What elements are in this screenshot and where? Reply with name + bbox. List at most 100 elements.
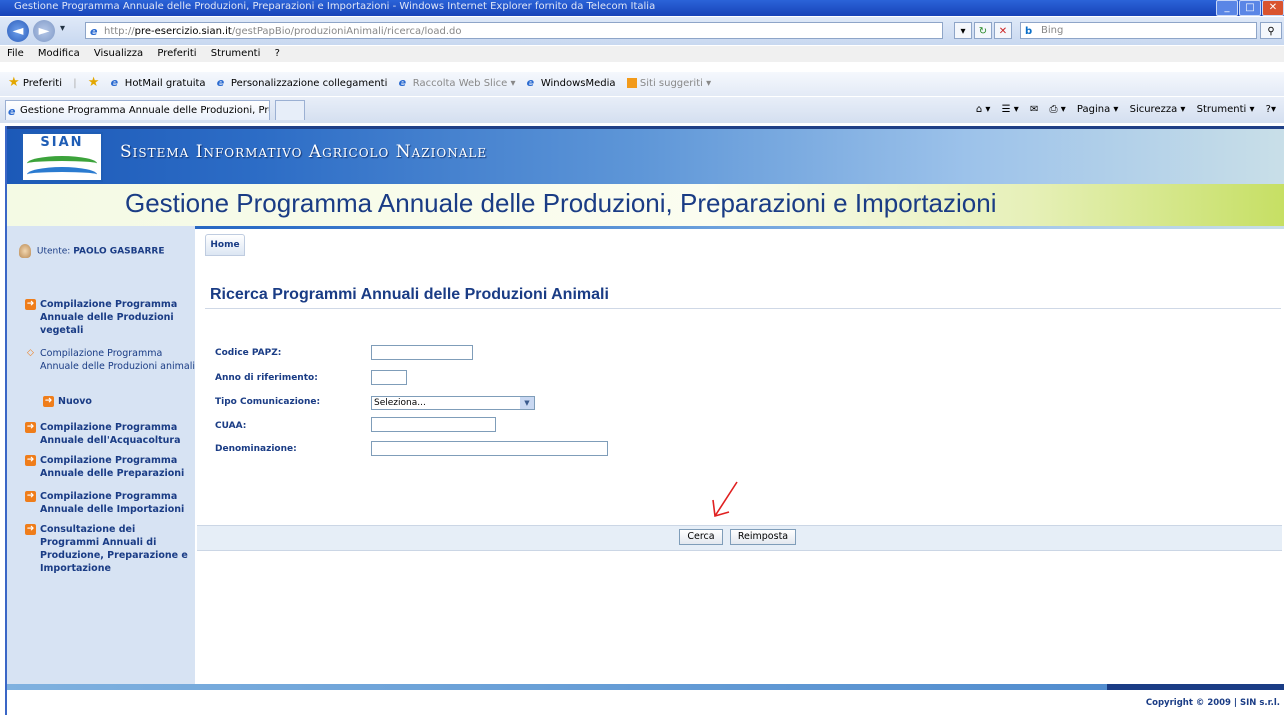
menu-visualizza[interactable]: Visualizza [94,48,143,59]
sidebar-item-consultazione[interactable]: ➜ Consultazione dei Programmi Annuali di… [25,523,195,575]
ie-page-icon: e [8,105,16,118]
menu-help[interactable]: ? [275,48,280,59]
fav-siti-suggeriti[interactable]: Siti suggeriti ▾ [626,73,712,95]
command-sicurezza[interactable]: Sicurezza ▾ [1130,104,1186,115]
window-title-bar: Gestione Programma Annuale delle Produzi… [0,0,1284,16]
reimposta-button[interactable]: Reimposta [730,529,796,545]
sidebar-item-label: Consultazione dei Programmi Annuali di P… [40,524,188,574]
sidebar-item-label: Compilazione Programma Annuale delle Pre… [40,455,185,479]
user-info: Utente: PAOLO GASBARRE [19,244,164,258]
sidebar: Utente: PAOLO GASBARRE ➜ Compilazione Pr… [7,226,195,684]
menu-modifica[interactable]: Modifica [38,48,80,59]
search-input[interactable]: b Bing [1020,22,1257,39]
stop-icon[interactable]: ✕ [994,22,1012,39]
sidebar-item-label: Compilazione Programma Annuale delle Pro… [40,299,178,336]
fav-personalizzazione-label: Personalizzazione collegamenti [230,78,388,89]
favorites-label: Preferiti [22,78,63,89]
fav-personalizzazione[interactable]: e Personalizzazione collegamenti [217,73,388,95]
back-button[interactable]: ◄ [7,20,29,42]
menu-bar: File Modifica Visualizza Preferiti Strum… [0,46,1284,62]
close-window-button[interactable]: ✕ [1262,0,1284,16]
cuaa-input[interactable] [371,417,496,432]
user-icon [19,244,31,258]
sidebar-item-label: Compilazione Programma Annuale dell'Acqu… [40,422,181,446]
feeds-icon[interactable]: ☰ ▾ [1002,104,1019,115]
address-prefix: http:// [104,26,135,37]
address-bar[interactable]: e http://pre-esercizio.sian.it/gestPapBi… [85,22,943,39]
print-icon[interactable]: ⎙ ▾ [1050,104,1066,115]
button-bar: Cerca Reimposta [197,525,1282,551]
sidebar-item-label: Nuovo [58,396,92,407]
fav-web-slice[interactable]: e Raccolta Web Slice ▾ [399,73,516,95]
ie-page-icon: e [526,76,535,89]
window-controls: _ □ ✕ [1216,0,1284,16]
tipo-comunicazione-select[interactable]: Seleziona... ▼ [371,396,535,410]
codice-papz-input[interactable] [371,345,473,360]
fav-hotmail[interactable]: e HotMail gratuita [111,73,206,95]
add-favorite-icon[interactable]: ★ [88,72,100,95]
arrow-right-icon: ➜ [25,422,36,433]
suggested-sites-icon [626,78,637,88]
fav-siti-label: Siti suggeriti ▾ [639,78,712,89]
search-icon[interactable]: ⚲ [1260,22,1282,39]
ie-page-icon: e [90,25,98,38]
command-bar: ⌂ ▾ ☰ ▾ ✉ ⎙ ▾ Pagina ▾ Sicurezza ▾ Strum… [968,100,1276,120]
refresh-icon[interactable]: ↻ [974,22,992,39]
favorites-bar: ★ Preferiti | ★ e HotMail gratuita e Per… [0,72,1284,96]
tab-title: Gestione Programma Annuale delle Produzi… [20,105,269,116]
sidebar-item-animali[interactable]: ◇ Compilazione Programma Annuale delle P… [25,347,195,373]
ie-page-icon: e [110,76,119,89]
denominazione-input[interactable] [371,441,608,456]
forward-button[interactable]: ► [33,20,55,42]
history-dropdown-icon[interactable]: ▾ [60,23,65,34]
favorites-button[interactable]: ★ Preferiti [8,72,62,95]
tab-row: e Gestione Programma Annuale delle Produ… [0,97,1284,123]
title-divider [205,308,1281,309]
arrow-right-icon: ➜ [25,299,36,310]
footer-bar [7,684,1284,690]
system-name: Sistema Informativo Agricolo Nazionale [120,142,488,162]
sidebar-item-vegetali[interactable]: ➜ Compilazione Programma Annuale delle P… [25,298,195,337]
address-dropdown-button[interactable]: ▾ [954,22,972,39]
command-strumenti[interactable]: Strumenti ▾ [1197,104,1255,115]
search-placeholder: Bing [1041,25,1064,36]
mail-icon[interactable]: ✉ [1030,104,1038,115]
bing-icon: b [1025,26,1033,37]
menu-file[interactable]: File [7,48,24,59]
home-icon[interactable]: ⌂ ▾ [976,104,991,115]
arrow-right-icon: ➜ [25,491,36,502]
menu-preferiti[interactable]: Preferiti [157,48,196,59]
arrow-right-icon: ➜ [43,396,54,407]
logo-text: SIAN [40,135,84,150]
footer-bar-dark [1107,684,1284,690]
window-title: Gestione Programma Annuale delle Produzi… [14,1,656,12]
browser-tab-active[interactable]: e Gestione Programma Annuale delle Produ… [5,100,270,120]
arrow-right-icon: ➜ [25,524,36,535]
fav-hotmail-label: HotMail gratuita [124,78,206,89]
arrow-right-icon: ➜ [25,455,36,466]
sian-logo: SIAN [21,132,103,182]
cuaa-label: CUAA: [215,421,247,431]
sidebar-item-importazioni[interactable]: ➜ Compilazione Programma Annuale delle I… [25,490,195,516]
ie-page-icon: e [398,76,407,89]
separator: | [73,78,77,89]
menu-strumenti[interactable]: Strumenti [211,48,261,59]
sidebar-item-acquacoltura[interactable]: ➜ Compilazione Programma Annuale dell'Ac… [25,421,195,447]
sidebar-item-nuovo[interactable]: ➜ Nuovo [43,395,183,408]
minimize-button[interactable]: _ [1216,0,1238,16]
help-icon[interactable]: ?▾ [1266,104,1276,115]
sidebar-item-label: Compilazione Programma Annuale delle Pro… [40,348,195,372]
page-title: Ricerca Programmi Annuali delle Produzio… [210,286,609,303]
cerca-button[interactable]: Cerca [679,529,723,545]
denominazione-label: Denominazione: [215,444,297,454]
fav-windowsmedia[interactable]: e WindowsMedia [527,73,616,95]
anno-input[interactable] [371,370,407,385]
copyright: Copyright © 2009 | SIN s.r.l. [1145,698,1280,708]
home-tab[interactable]: Home [205,234,245,256]
new-tab-button[interactable] [275,100,305,120]
sidebar-item-label: Compilazione Programma Annuale delle Imp… [40,491,185,515]
sidebar-item-preparazioni[interactable]: ➜ Compilazione Programma Annuale delle P… [25,454,195,480]
command-pagina[interactable]: Pagina ▾ [1077,104,1119,115]
star-icon: ★ [8,75,20,90]
maximize-button[interactable]: □ [1239,0,1261,16]
